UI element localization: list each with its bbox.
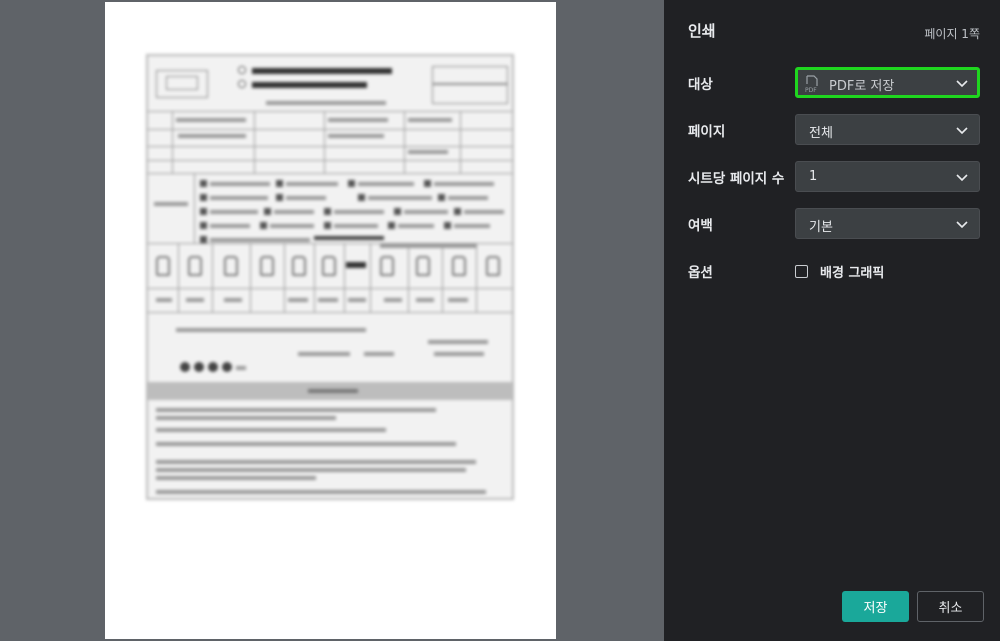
chevron-down-icon <box>956 221 968 229</box>
pages-per-sheet-select[interactable]: 1 <box>795 161 980 192</box>
chevron-down-icon <box>956 127 968 135</box>
pages-label: 페이지 <box>688 124 726 140</box>
destination-select[interactable]: PDF PDF로 저장 <box>795 67 980 98</box>
margins-label: 여백 <box>688 218 713 234</box>
pages-value: 전체 <box>809 126 833 141</box>
print-settings-sidebar: 인쇄 페이지 1쪽 대상 PDF PDF로 저장 페이지 전체 시트당 페이지 … <box>664 0 1000 641</box>
print-preview-area <box>0 0 664 641</box>
document-thumbnail <box>146 54 514 500</box>
options-label: 옵션 <box>688 265 713 281</box>
pages-per-sheet-value: 1 <box>809 169 818 184</box>
background-graphics-label: 배경 그래픽 <box>820 266 885 281</box>
dialog-title: 인쇄 <box>688 22 716 40</box>
preview-page <box>105 2 556 639</box>
page-count: 페이지 1쪽 <box>924 27 980 41</box>
background-graphics-checkbox[interactable] <box>795 265 808 278</box>
destination-value: PDF로 저장 <box>829 79 895 94</box>
pages-per-sheet-label: 시트당 페이지 수 <box>688 171 785 187</box>
pages-select[interactable]: 전체 <box>795 114 980 145</box>
chevron-down-icon <box>956 80 968 88</box>
cancel-button[interactable]: 취소 <box>917 591 984 622</box>
chevron-down-icon <box>956 174 968 182</box>
background-graphics-option[interactable]: 배경 그래픽 <box>795 262 884 281</box>
margins-value: 기본 <box>809 220 833 235</box>
margins-select[interactable]: 기본 <box>795 208 980 239</box>
save-button[interactable]: 저장 <box>842 591 909 622</box>
svg-text:PDF: PDF <box>805 87 817 93</box>
pdf-file-icon: PDF <box>805 75 818 93</box>
destination-label: 대상 <box>688 77 713 93</box>
